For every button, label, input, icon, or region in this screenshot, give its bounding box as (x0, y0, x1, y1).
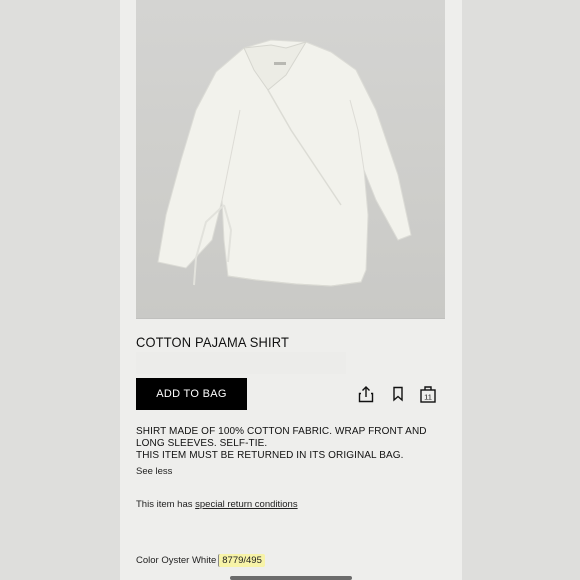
color-info: Color Oyster White 8779/495 (136, 554, 265, 567)
product-page: COTTON PAJAMA SHIRT ADD TO BAG 11 SHIRT … (120, 0, 462, 580)
bag-icon[interactable]: 11 (418, 383, 438, 405)
shirt-photo (157, 39, 412, 287)
return-conditions-text: This item has special return conditions (136, 499, 298, 510)
special-return-conditions-link[interactable]: special return conditions (195, 499, 297, 510)
description-line-1: SHIRT MADE OF 100% COTTON FABRIC. WRAP F… (136, 426, 427, 449)
bag-count: 11 (424, 393, 432, 402)
add-to-bag-button[interactable]: ADD TO BAG (136, 378, 247, 410)
share-icon[interactable] (356, 383, 376, 405)
bookmark-icon[interactable] (388, 383, 408, 405)
description-line-2: THIS ITEM MUST BE RETURNED IN ITS ORIGIN… (136, 450, 404, 461)
return-prefix: This item has (136, 499, 196, 510)
see-less-link[interactable]: See less (136, 466, 172, 477)
price-area (136, 352, 346, 374)
product-description: SHIRT MADE OF 100% COTTON FABRIC. WRAP F… (136, 426, 436, 462)
color-label: Color Oyster White (136, 555, 217, 566)
product-reference: 8779/495 (218, 554, 265, 567)
right-margin (462, 0, 580, 580)
product-title: COTTON PAJAMA SHIRT (136, 334, 290, 350)
product-image[interactable] (136, 0, 445, 319)
left-margin (0, 0, 120, 580)
scroll-indicator (230, 576, 352, 580)
